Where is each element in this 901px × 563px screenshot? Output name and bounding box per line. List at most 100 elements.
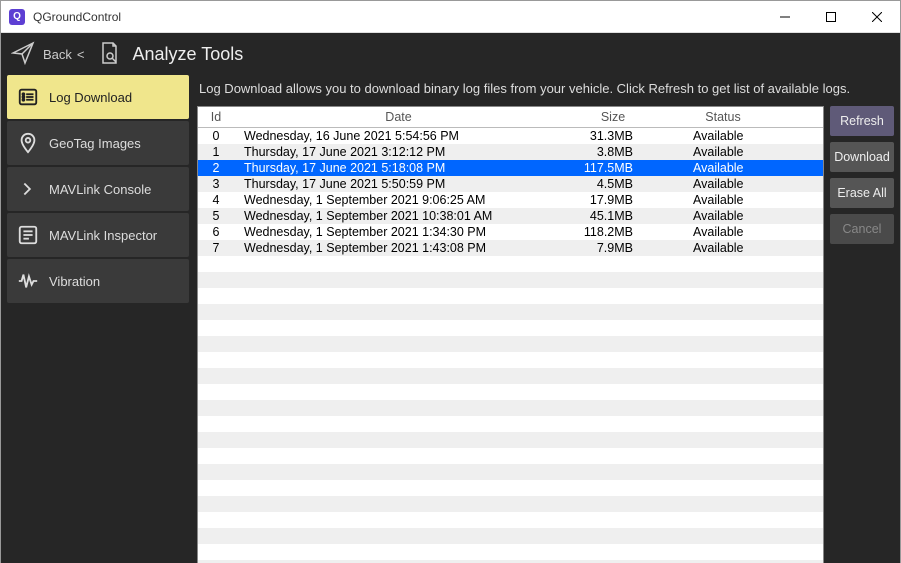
table-row-empty	[198, 512, 823, 528]
cell-status: Available	[663, 176, 783, 192]
table-row-empty	[198, 432, 823, 448]
th-date[interactable]: Date	[234, 107, 563, 128]
description: Log Download allows you to download bina…	[197, 75, 894, 106]
table-row[interactable]: 6Wednesday, 1 September 2021 1:34:30 PM1…	[198, 224, 823, 240]
erase-all-button[interactable]: Erase All	[830, 178, 894, 208]
cell-id: 0	[198, 128, 234, 145]
main-panel: Log Download allows you to download bina…	[189, 75, 894, 563]
cell-date: Wednesday, 16 June 2021 5:54:56 PM	[234, 128, 563, 145]
table-area: Id Date Size Status 0Wednesday, 16 June …	[197, 106, 894, 563]
table-row-empty	[198, 496, 823, 512]
app-icon: Q	[9, 9, 25, 25]
cell-id: 1	[198, 144, 234, 160]
minimize-button[interactable]	[762, 1, 808, 33]
maximize-button[interactable]	[808, 1, 854, 33]
cell-size: 7.9MB	[563, 240, 663, 256]
analyze-tool-icon	[93, 41, 121, 68]
sidebar-item-label: Vibration	[49, 274, 100, 289]
table-row-empty	[198, 304, 823, 320]
cell-size: 31.3MB	[563, 128, 663, 145]
cell-size: 17.9MB	[563, 192, 663, 208]
paper-plane-icon[interactable]	[11, 41, 35, 68]
pin-icon	[17, 132, 39, 154]
cell-size: 117.5MB	[563, 160, 663, 176]
table-row-empty	[198, 272, 823, 288]
table-row-empty	[198, 528, 823, 544]
cell-size: 118.2MB	[563, 224, 663, 240]
cell-status: Available	[663, 240, 783, 256]
cell-id: 2	[198, 160, 234, 176]
back-label: Back	[43, 47, 72, 62]
table-row-empty	[198, 352, 823, 368]
cell-date: Thursday, 17 June 2021 5:18:08 PM	[234, 160, 563, 176]
sidebar-item-label: Log Download	[49, 90, 132, 105]
table-row-empty	[198, 448, 823, 464]
app-window: Q QGroundControl Back <	[0, 0, 901, 563]
chevron-left-icon: <	[77, 47, 85, 62]
sidebar-item-label: GeoTag Images	[49, 136, 141, 151]
titlebar: Q QGroundControl	[1, 1, 900, 33]
table-row-empty	[198, 336, 823, 352]
cell-date: Wednesday, 1 September 2021 1:43:08 PM	[234, 240, 563, 256]
table-row-empty	[198, 464, 823, 480]
cell-date: Thursday, 17 June 2021 3:12:12 PM	[234, 144, 563, 160]
back-button[interactable]: Back <	[43, 47, 85, 62]
wave-icon	[17, 270, 39, 292]
close-button[interactable]	[854, 1, 900, 33]
download-button[interactable]: Download	[830, 142, 894, 172]
cell-date: Wednesday, 1 September 2021 10:38:01 AM	[234, 208, 563, 224]
th-size[interactable]: Size	[563, 107, 663, 128]
table-row[interactable]: 7Wednesday, 1 September 2021 1:43:08 PM7…	[198, 240, 823, 256]
th-spacer	[783, 107, 823, 128]
table-row-empty	[198, 544, 823, 560]
inspector-icon	[17, 224, 39, 246]
cell-status: Available	[663, 224, 783, 240]
list-icon	[17, 86, 39, 108]
table-row-empty	[198, 416, 823, 432]
sidebar-item-mavlink-console[interactable]: MAVLink Console	[7, 167, 189, 211]
refresh-button[interactable]: Refresh	[830, 106, 894, 136]
cell-size: 45.1MB	[563, 208, 663, 224]
table-row-empty	[198, 288, 823, 304]
cell-id: 5	[198, 208, 234, 224]
console-icon	[17, 178, 39, 200]
topbar: Back < Analyze Tools	[1, 33, 900, 75]
cell-date: Wednesday, 1 September 2021 1:34:30 PM	[234, 224, 563, 240]
sidebar-item-vibration[interactable]: Vibration	[7, 259, 189, 303]
cell-id: 7	[198, 240, 234, 256]
cell-size: 3.8MB	[563, 144, 663, 160]
cell-status: Available	[663, 208, 783, 224]
sidebar-item-geotag-images[interactable]: GeoTag Images	[7, 121, 189, 165]
sidebar: Log Download GeoTag Images MAVLink Console…	[7, 75, 189, 563]
cell-date: Thursday, 17 June 2021 5:50:59 PM	[234, 176, 563, 192]
sidebar-item-log-download[interactable]: Log Download	[7, 75, 189, 119]
cell-id: 4	[198, 192, 234, 208]
table-row-empty	[198, 400, 823, 416]
log-table-wrap[interactable]: Id Date Size Status 0Wednesday, 16 June …	[197, 106, 824, 563]
app-title: QGroundControl	[33, 10, 762, 24]
table-row[interactable]: 5Wednesday, 1 September 2021 10:38:01 AM…	[198, 208, 823, 224]
table-row[interactable]: 0Wednesday, 16 June 2021 5:54:56 PM31.3M…	[198, 128, 823, 145]
cell-size: 4.5MB	[563, 176, 663, 192]
th-status[interactable]: Status	[663, 107, 783, 128]
app-body: Back < Analyze Tools Log Download GeoTag …	[1, 33, 900, 563]
cell-date: Wednesday, 1 September 2021 9:06:25 AM	[234, 192, 563, 208]
table-row-empty	[198, 480, 823, 496]
sidebar-item-mavlink-inspector[interactable]: MAVLink Inspector	[7, 213, 189, 257]
cell-id: 3	[198, 176, 234, 192]
log-table: Id Date Size Status 0Wednesday, 16 June …	[198, 107, 823, 563]
window-controls	[762, 1, 900, 33]
table-row[interactable]: 4Wednesday, 1 September 2021 9:06:25 AM1…	[198, 192, 823, 208]
table-row[interactable]: 2Thursday, 17 June 2021 5:18:08 PM117.5M…	[198, 160, 823, 176]
sidebar-item-label: MAVLink Console	[49, 182, 151, 197]
table-row-empty	[198, 320, 823, 336]
table-row[interactable]: 1Thursday, 17 June 2021 3:12:12 PM3.8MBA…	[198, 144, 823, 160]
content: Log Download GeoTag Images MAVLink Console…	[1, 75, 900, 563]
table-row-empty	[198, 256, 823, 272]
cell-id: 6	[198, 224, 234, 240]
th-id[interactable]: Id	[198, 107, 234, 128]
cell-status: Available	[663, 160, 783, 176]
table-row[interactable]: 3Thursday, 17 June 2021 5:50:59 PM4.5MBA…	[198, 176, 823, 192]
table-row-empty	[198, 368, 823, 384]
cancel-button: Cancel	[830, 214, 894, 244]
